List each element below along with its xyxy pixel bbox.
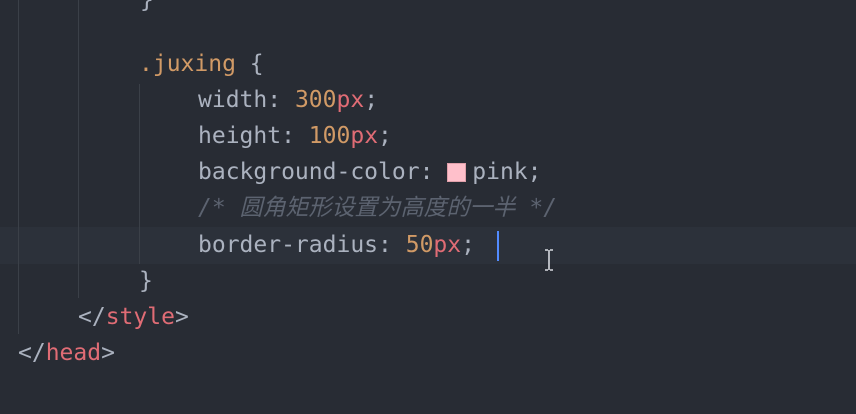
code-line-comment[interactable]: /* 圆角矩形设置为高度的一半 */ bbox=[198, 190, 557, 226]
value-width-number: 300 bbox=[294, 87, 337, 113]
tag-head: head bbox=[45, 340, 102, 366]
code-line-head-close[interactable]: </head> bbox=[18, 335, 115, 371]
property-border-radius: border-radius bbox=[198, 232, 379, 258]
indent-guide bbox=[78, 0, 79, 298]
indent-guide bbox=[139, 84, 140, 264]
property-height: height bbox=[198, 123, 282, 149]
open-brace: { bbox=[249, 51, 264, 77]
code-line-border-radius[interactable]: border-radius: 50px; bbox=[198, 227, 475, 263]
value-height-number: 100 bbox=[308, 123, 351, 149]
code-comment: /* 圆角矩形设置为高度的一半 */ bbox=[198, 195, 558, 221]
value-radius-number: 50 bbox=[405, 232, 434, 258]
css-selector: .juxing bbox=[139, 51, 236, 77]
property-width: width bbox=[198, 87, 268, 113]
indent-guide bbox=[18, 0, 19, 334]
tag-style: style bbox=[105, 304, 175, 330]
property-background-color: background-color bbox=[198, 159, 420, 185]
code-line-selector[interactable]: .juxing { bbox=[139, 46, 264, 82]
color-swatch-icon[interactable] bbox=[447, 163, 467, 182]
code-line-close-brace[interactable]: } bbox=[139, 263, 153, 299]
code-line-background[interactable]: background-color: pink; bbox=[198, 154, 542, 190]
value-height-unit: px bbox=[350, 123, 379, 149]
close-brace: } bbox=[139, 268, 153, 294]
value-radius-unit: px bbox=[433, 232, 462, 258]
code-line-width[interactable]: width: 300px; bbox=[198, 82, 378, 118]
ibeam-cursor-icon bbox=[545, 249, 553, 271]
value-background-color: pink bbox=[472, 159, 528, 185]
code-line-height[interactable]: height: 100px; bbox=[198, 118, 392, 154]
code-line-style-close[interactable]: </style> bbox=[78, 299, 189, 335]
value-width-unit: px bbox=[336, 87, 365, 113]
code-editor[interactable]: } .juxing { width: 300px; height: 100px;… bbox=[0, 0, 856, 414]
code-line-top-brace: } bbox=[140, 0, 154, 13]
text-caret bbox=[497, 231, 499, 261]
